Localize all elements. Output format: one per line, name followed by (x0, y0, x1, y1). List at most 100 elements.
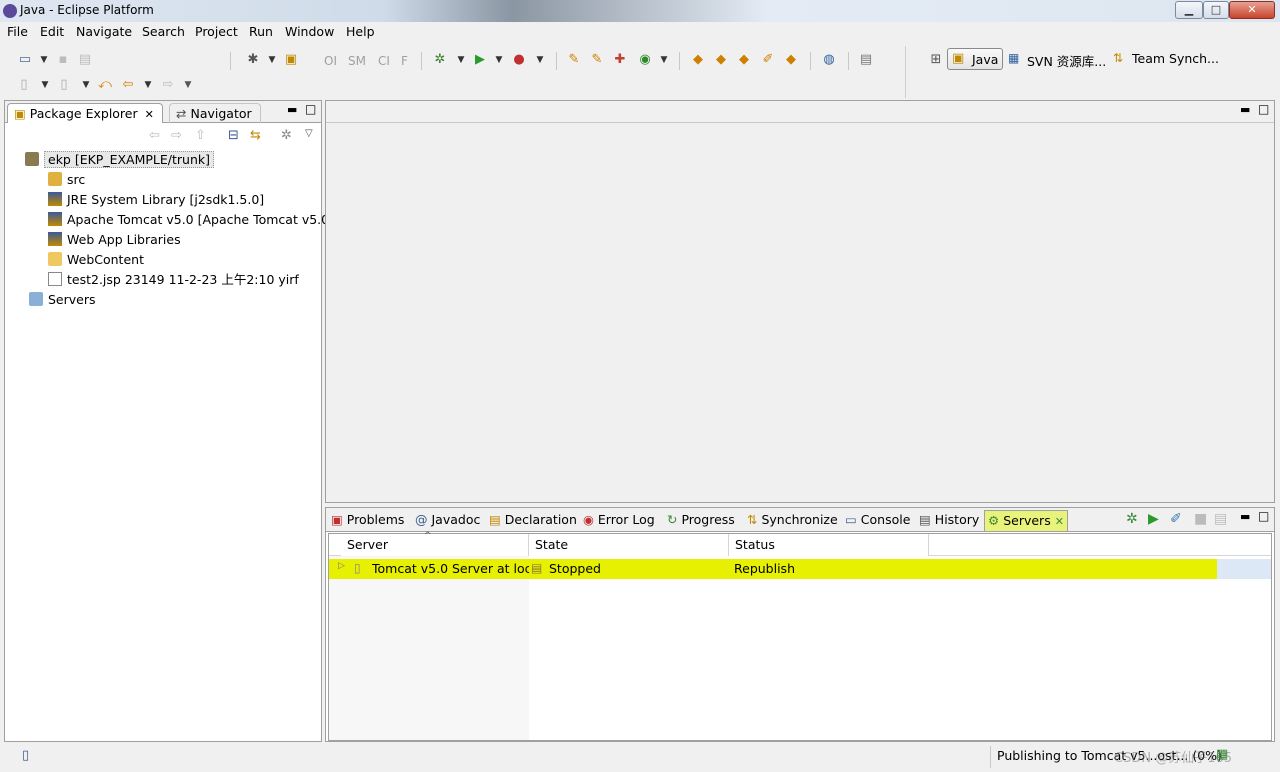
collapse-all-icon[interactable]: ⊟ (228, 128, 239, 143)
link-editor-icon[interactable]: ⇆ (250, 128, 261, 143)
pen-icon[interactable]: ✐ (760, 52, 776, 68)
tree-item[interactable]: src (48, 170, 85, 190)
minimize-view-icon[interactable]: ▬ (287, 103, 297, 116)
minimize-view-icon[interactable]: ▬ (1240, 510, 1250, 523)
oi-label[interactable]: OI (324, 54, 337, 68)
tab-progress[interactable]: ↻ Progress (664, 510, 738, 531)
tab-declaration[interactable]: ▤ Declaration (486, 510, 580, 531)
menu-help[interactable]: Help (346, 24, 375, 39)
maximize-editor-icon[interactable]: □ (1258, 102, 1269, 116)
tree-item[interactable]: Web App Libraries (48, 230, 181, 250)
print-icon[interactable]: ▤ (77, 52, 93, 68)
new-dropdown-icon[interactable]: ▼ (36, 52, 52, 68)
debug-dropdown-icon[interactable]: ▼ (453, 52, 469, 68)
forward-dropdown-icon[interactable]: ▼ (180, 77, 196, 93)
tab-synchronize[interactable]: ⇅ Synchronize (744, 510, 841, 531)
tab-problems[interactable]: ▣ Problems (328, 510, 407, 531)
column-server[interactable]: Server (341, 534, 529, 556)
new-package-icon[interactable]: ✎ (589, 52, 605, 68)
tree-servers[interactable]: Servers (29, 290, 96, 310)
maximize-view-icon[interactable]: □ (1258, 509, 1269, 523)
tab-history[interactable]: ▤ History (916, 510, 982, 531)
perspective-java[interactable]: ▣ Java (947, 48, 1003, 70)
globe-icon[interactable]: ◍ (821, 52, 837, 68)
run-dropdown-icon[interactable]: ▼ (491, 52, 507, 68)
close-tab-icon[interactable]: ✕ (1055, 515, 1064, 528)
open-perspective-icon[interactable]: ⊞ (928, 52, 944, 68)
tab-console[interactable]: ▭ Console (842, 510, 913, 531)
debug-server-icon[interactable]: ✲ (1126, 511, 1138, 527)
tab-package-explorer[interactable]: ▣ Package Explorer ✕ (7, 103, 163, 123)
tab-navigator[interactable]: ⇄ Navigator (169, 103, 261, 123)
f-label[interactable]: F (401, 54, 408, 68)
open-folder4-icon[interactable]: ◆ (783, 52, 799, 68)
menu-navigate[interactable]: Navigate (76, 24, 132, 39)
menu-file[interactable]: File (7, 24, 28, 39)
external-tools-dropdown-icon[interactable]: ▼ (532, 52, 548, 68)
new-icon[interactable]: ▭ (17, 52, 33, 68)
perspective-svn[interactable]: SVN 资源库... (1027, 51, 1106, 70)
progress-view-icon[interactable]: ▦ (1216, 747, 1228, 762)
build-dropdown-icon[interactable]: ▼ (264, 52, 280, 68)
tree-item[interactable]: WebContent (48, 250, 144, 270)
publish-icon[interactable]: ▤ (1214, 511, 1227, 527)
maximize-button[interactable]: □ (1203, 1, 1229, 19)
debug-icon[interactable]: ✲ (432, 52, 448, 68)
sm-label[interactable]: SM (348, 54, 366, 68)
maximize-view-icon[interactable]: □ (305, 102, 316, 116)
back-icon[interactable]: ⇦ (120, 77, 136, 93)
profile-server-icon[interactable]: ✐ (1170, 511, 1182, 527)
column-state[interactable]: State (529, 534, 729, 556)
next-annotation-dropdown-icon[interactable]: ▼ (78, 77, 94, 93)
forward-icon[interactable]: ⇨ (160, 77, 176, 93)
open-folder2-icon[interactable]: ◆ (713, 52, 729, 68)
run-icon[interactable]: ▶ (472, 52, 488, 68)
fast-view-icon[interactable]: ▯ (22, 748, 29, 763)
minimize-editor-icon[interactable]: ▬ (1240, 103, 1250, 116)
new-class-icon[interactable]: ✚ (612, 52, 628, 68)
new-java-project-icon[interactable]: ✎ (566, 52, 582, 68)
tree-item[interactable]: JRE System Library [j2sdk1.5.0] (48, 190, 264, 210)
column-status[interactable]: Status (729, 534, 929, 556)
minimize-button[interactable]: ▁ (1175, 1, 1203, 19)
tree-item[interactable]: Apache Tomcat v5.0 [Apache Tomcat v5.0] (48, 210, 334, 230)
new-interface-icon[interactable]: ◉ (637, 52, 653, 68)
open-folder3-icon[interactable]: ◆ (736, 52, 752, 68)
back-view-icon[interactable]: ⇦ (149, 128, 160, 143)
external-tools-icon[interactable]: ● (511, 52, 527, 68)
notes-icon[interactable]: ▤ (858, 52, 874, 68)
build-icon[interactable]: ✱ (245, 52, 261, 68)
up-view-icon[interactable]: ⇧ (195, 128, 206, 143)
start-server-icon[interactable]: ▶ (1148, 511, 1159, 527)
tree-item[interactable]: test2.jsp 23149 11-2-23 上午2:10 yirf (48, 270, 299, 290)
stop-server-icon[interactable]: ■ (1194, 511, 1207, 527)
last-edit-icon[interactable]: ⤺ (97, 77, 113, 93)
tab-error-log[interactable]: ◉ Error Log (580, 510, 658, 531)
annotation-dropdown-icon[interactable]: ▼ (37, 77, 53, 93)
next-annotation-icon[interactable]: ▯ (56, 77, 72, 93)
close-tab-icon[interactable]: ✕ (145, 108, 154, 121)
toolbar-separator (848, 52, 849, 70)
forward-view-icon[interactable]: ⇨ (171, 128, 182, 143)
stopped-icon: ▤ (531, 561, 543, 575)
menu-project[interactable]: Project (195, 24, 238, 39)
annotation-icon[interactable]: ▯ (16, 77, 32, 93)
save-icon[interactable]: ▪ (55, 52, 71, 68)
tab-javadoc[interactable]: @ Javadoc (412, 510, 483, 531)
menu-edit[interactable]: Edit (40, 24, 64, 39)
open-type-icon[interactable]: ▣ (283, 52, 299, 68)
menu-window[interactable]: Window (285, 24, 334, 39)
back-dropdown-icon[interactable]: ▼ (140, 77, 156, 93)
menu-search[interactable]: Search (142, 24, 185, 39)
expand-icon[interactable]: ▷ (338, 561, 345, 571)
open-folder-icon[interactable]: ◆ (690, 52, 706, 68)
close-button[interactable]: ✕ (1229, 1, 1275, 19)
filter-icon[interactable]: ✲ (281, 128, 292, 143)
menu-run[interactable]: Run (249, 24, 273, 39)
tree-project[interactable]: ekp [EKP_EXAMPLE/trunk] (25, 150, 215, 170)
perspective-team-sync[interactable]: Team Synch... (1132, 51, 1219, 66)
view-menu-icon[interactable]: ▽ (305, 128, 313, 139)
ci-label[interactable]: CI (378, 54, 390, 68)
tab-servers[interactable]: ⚙ Servers ✕ (984, 510, 1068, 531)
new-dropdown2-icon[interactable]: ▼ (656, 52, 672, 68)
